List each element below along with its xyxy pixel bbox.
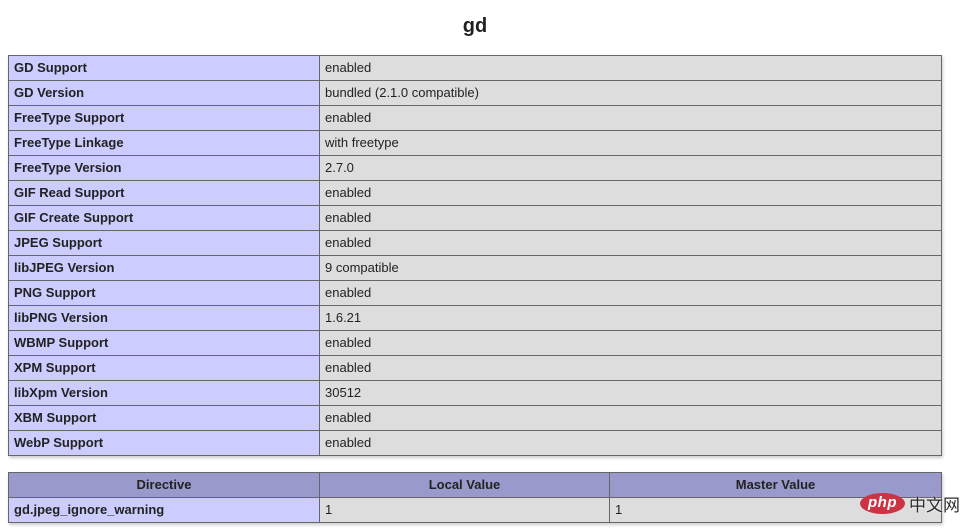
table-row: GD Support enabled [8, 55, 942, 81]
property-value: 1.6.21 [319, 305, 942, 331]
column-header-master-value: Master Value [609, 472, 942, 498]
property-name: FreeType Version [8, 155, 320, 181]
column-header-directive: Directive [8, 472, 320, 498]
property-value: enabled [319, 105, 942, 131]
property-name: WebP Support [8, 430, 320, 456]
table-row: GD Version bundled (2.1.0 compatible) [8, 80, 942, 106]
property-name: PNG Support [8, 280, 320, 306]
table-row: libJPEG Version 9 compatible [8, 255, 942, 281]
property-name: XPM Support [8, 355, 320, 381]
table-row: libXpm Version 30512 [8, 380, 942, 406]
property-name: FreeType Linkage [8, 130, 320, 156]
directive-local-value: 1 [319, 497, 610, 523]
table-row: WebP Support enabled [8, 430, 942, 456]
property-name: JPEG Support [8, 230, 320, 256]
table-row: WBMP Support enabled [8, 330, 942, 356]
gd-info-table: GD Support enabled GD Version bundled (2… [8, 55, 942, 456]
property-value: enabled [319, 230, 942, 256]
property-name: WBMP Support [8, 330, 320, 356]
property-name: GD Support [8, 55, 320, 81]
column-header-local-value: Local Value [319, 472, 610, 498]
property-value: enabled [319, 205, 942, 231]
property-name: GIF Read Support [8, 180, 320, 206]
page-title: gd [462, 15, 488, 37]
property-value: bundled (2.1.0 compatible) [319, 80, 942, 106]
property-value: enabled [319, 55, 942, 81]
property-name: libXpm Version [8, 380, 320, 406]
property-name: GIF Create Support [8, 205, 320, 231]
table-row: XBM Support enabled [8, 405, 942, 431]
property-value: 2.7.0 [319, 155, 942, 181]
directive-name: gd.jpeg_ignore_warning [8, 497, 320, 523]
table-row: FreeType Version 2.7.0 [8, 155, 942, 181]
property-value: enabled [319, 280, 942, 306]
property-name: libPNG Version [8, 305, 320, 331]
property-value: 30512 [319, 380, 942, 406]
property-value: enabled [319, 180, 942, 206]
table-row: GIF Read Support enabled [8, 180, 942, 206]
table-row: GIF Create Support enabled [8, 205, 942, 231]
table-row: PNG Support enabled [8, 280, 942, 306]
property-value: enabled [319, 430, 942, 456]
table-row: XPM Support enabled [8, 355, 942, 381]
directive-master-value: 1 [609, 497, 942, 523]
table-row: libPNG Version 1.6.21 [8, 305, 942, 331]
table-row: FreeType Linkage with freetype [8, 130, 942, 156]
property-value: enabled [319, 405, 942, 431]
property-name: XBM Support [8, 405, 320, 431]
property-name: FreeType Support [8, 105, 320, 131]
property-value: with freetype [319, 130, 942, 156]
property-value: enabled [319, 355, 942, 381]
table-row: gd.jpeg_ignore_warning 1 1 [8, 497, 942, 523]
directives-table: Directive Local Value Master Value gd.jp… [8, 472, 942, 523]
table-row: FreeType Support enabled [8, 105, 942, 131]
property-name: libJPEG Version [8, 255, 320, 281]
property-value: enabled [319, 330, 942, 356]
table-header-row: Directive Local Value Master Value [8, 472, 942, 498]
property-value: 9 compatible [319, 255, 942, 281]
property-name: GD Version [8, 80, 320, 106]
table-row: JPEG Support enabled [8, 230, 942, 256]
